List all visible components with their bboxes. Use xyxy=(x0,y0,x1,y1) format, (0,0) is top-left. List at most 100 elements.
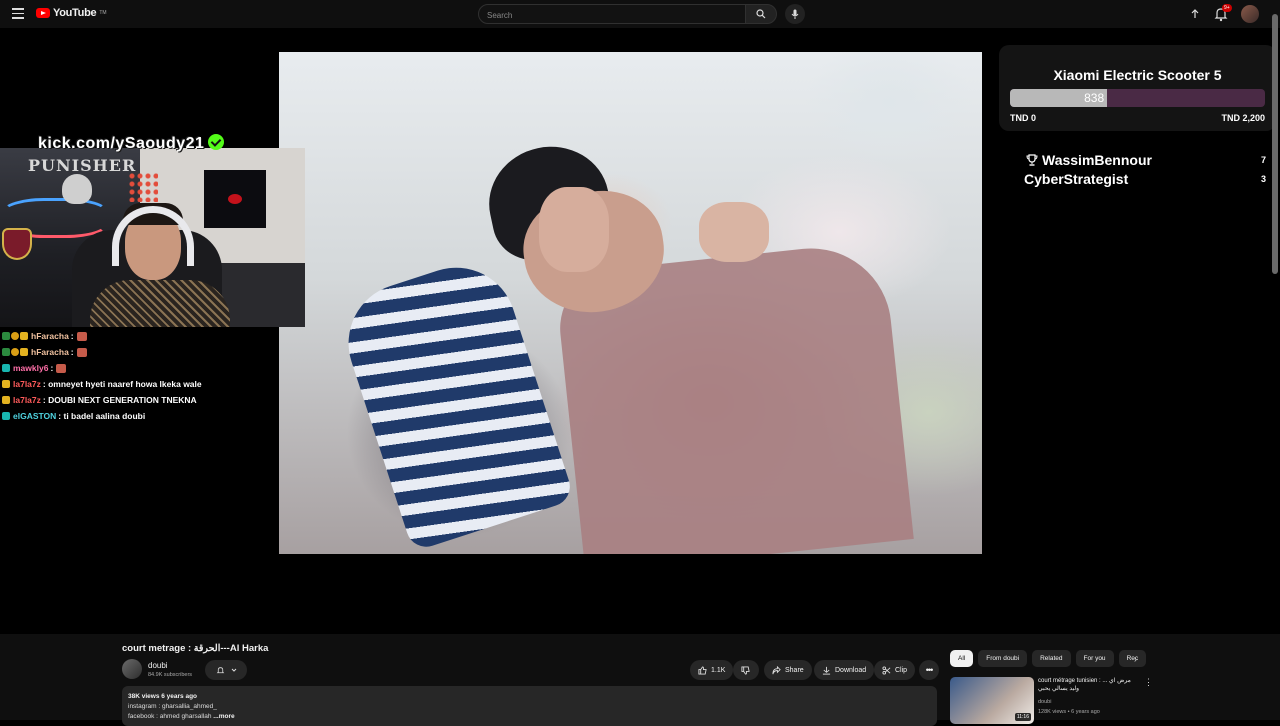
leaderboard-row: WassimBennour 7 xyxy=(1024,152,1266,171)
microphone-icon xyxy=(791,9,799,19)
donor-count: 7 xyxy=(1260,155,1266,165)
chat-text: : xyxy=(50,363,54,373)
chevron-right-icon[interactable]: › xyxy=(1134,654,1137,664)
chat-username: la7la7z xyxy=(13,395,41,405)
chat-text: : omneyet hyeti naaref howa lkeka wale xyxy=(42,379,202,389)
trophy-icon xyxy=(1026,154,1038,166)
more-vertical-icon[interactable]: ⋮ xyxy=(1144,677,1153,688)
notification-count-badge: 9+ xyxy=(1222,4,1232,12)
recommendation-channel[interactable]: doubi xyxy=(1038,699,1051,705)
recommendation-chips: All From doubi Related For you Rec xyxy=(950,650,1147,667)
chat-username: elGASTON xyxy=(13,411,57,421)
goal-min-label: TND 0 xyxy=(1010,113,1037,123)
chat-username: hFaracha xyxy=(31,331,69,341)
chat-message: elGASTON: ti badel aalina doubi xyxy=(2,408,302,424)
upload-icon[interactable] xyxy=(1188,7,1202,21)
youtube-play-icon xyxy=(36,8,50,18)
chat-text: : ti badel aalina doubi xyxy=(58,411,146,421)
like-button[interactable]: 1.1K xyxy=(690,660,734,680)
clip-button[interactable]: Clip xyxy=(874,660,916,680)
goal-current: 838 xyxy=(1084,91,1105,105)
download-button[interactable]: Download xyxy=(814,660,875,680)
filter-chip[interactable]: Related xyxy=(1032,650,1071,667)
green-badge-icon xyxy=(2,348,10,356)
donor-name: CyberStrategist xyxy=(1024,171,1129,187)
download-label: Download xyxy=(835,666,867,674)
scissors-icon xyxy=(882,665,891,675)
streamer-webcam: PUNISHER xyxy=(0,148,305,327)
page-scrollbar[interactable] xyxy=(1272,14,1278,274)
bell-icon xyxy=(216,666,224,673)
search-button[interactable] xyxy=(745,4,777,24)
logo-text: YouTube xyxy=(53,7,97,19)
teal-badge-icon xyxy=(2,364,10,372)
gold-badge-icon xyxy=(11,348,19,356)
goal-max-label: TND 2,200 xyxy=(1221,113,1265,123)
video-player[interactable]: PUNISHER kick.com/ySaoudy21 hFaracha: hFa… xyxy=(0,28,1280,634)
chevron-down-icon xyxy=(231,668,236,672)
account-avatar[interactable] xyxy=(1241,5,1259,23)
search-icon xyxy=(756,9,766,19)
share-button[interactable]: Share xyxy=(764,660,812,680)
goal-title: Xiaomi Electric Scooter 5 xyxy=(1053,67,1222,83)
recommendation-thumbnail[interactable]: 11:16 xyxy=(950,677,1034,724)
recommendation-title[interactable]: court métrage tunisien : مرض اي ... وليد… xyxy=(1038,677,1138,693)
chat-message: hFaracha: xyxy=(2,328,302,344)
search-box xyxy=(478,4,746,25)
donation-goal-widget: Xiaomi Electric Scooter 5 838 TND 0 TND … xyxy=(999,45,1276,131)
youtube-logo[interactable]: YouTube TM xyxy=(36,7,107,19)
chat-text: : xyxy=(70,347,74,357)
gold-badge-icon xyxy=(11,332,19,340)
recommendation-meta: 128K views • 6 years ago xyxy=(1038,709,1100,715)
verified-check-icon xyxy=(208,134,225,150)
logo-tm: TM xyxy=(99,10,107,16)
video-frame[interactable] xyxy=(279,52,982,554)
description-more-link[interactable]: ...more xyxy=(211,713,234,720)
club-crest-icon xyxy=(2,228,32,260)
clip-label: Clip xyxy=(895,666,908,674)
search-input[interactable] xyxy=(479,6,745,25)
voice-search-button[interactable] xyxy=(785,4,805,24)
menu-icon[interactable] xyxy=(12,8,24,20)
thumbs-up-icon xyxy=(698,665,707,675)
emote-icon xyxy=(56,363,67,373)
crown-badge-icon xyxy=(20,348,28,356)
more-actions-button[interactable]: ••• xyxy=(919,660,939,680)
emote-icon xyxy=(76,347,87,357)
video-title: court metrage : الحرقة---Al Harka xyxy=(122,643,269,654)
description-stats: 38K views 6 years ago xyxy=(128,693,198,700)
top-donors-leaderboard: WassimBennour 7 CyberStrategist 3 xyxy=(1024,152,1266,190)
crown-badge-icon xyxy=(2,380,10,388)
crown-badge-icon xyxy=(20,332,28,340)
kick-channel-label: kick.com/ySaoudy21 xyxy=(38,132,225,153)
filter-chip[interactable]: From doubi xyxy=(978,650,1028,667)
filter-chip[interactable]: Rec xyxy=(1118,650,1147,667)
chat-username: hFaracha xyxy=(31,347,69,357)
dislike-button[interactable] xyxy=(733,660,759,680)
punisher-sign: PUNISHER xyxy=(28,156,137,175)
chat-message: hFaracha: xyxy=(2,344,302,360)
channel-avatar[interactable] xyxy=(122,659,142,679)
share-icon xyxy=(772,665,781,674)
chat-message: la7la7z: omneyet hyeti naaref howa lkeka… xyxy=(2,376,302,392)
subscriber-count: 84.9K subscribers xyxy=(148,672,193,678)
filter-chip[interactable]: For you xyxy=(1075,650,1114,667)
donor-count: 3 xyxy=(1260,174,1266,184)
chat-text: : xyxy=(70,331,74,341)
description-line-2: facebook : ahmed gharsallah xyxy=(128,713,212,720)
filter-chip[interactable]: All xyxy=(950,650,974,667)
kick-url: kick.com/ySaoudy21 xyxy=(38,135,205,152)
description-line-1: instagram : gharsallia_ahmed_ xyxy=(128,703,217,710)
goal-progress-bar: 838 xyxy=(1010,89,1265,107)
crown-badge-icon xyxy=(2,396,10,404)
subscription-bell-button[interactable] xyxy=(205,660,247,680)
chat-text: : DOUBI NEXT GENERATION TNEKNA xyxy=(42,395,197,405)
channel-name[interactable]: doubi xyxy=(148,661,168,670)
more-horizontal-icon: ••• xyxy=(925,665,934,675)
leaderboard-row: CyberStrategist 3 xyxy=(1024,171,1266,190)
share-label: Share xyxy=(785,666,804,674)
like-count: 1.1K xyxy=(711,666,726,674)
description-box[interactable]: 38K views 6 years ago instagram : gharsa… xyxy=(122,686,937,726)
donor-name: WassimBennour xyxy=(1042,152,1152,168)
download-icon xyxy=(822,666,831,675)
